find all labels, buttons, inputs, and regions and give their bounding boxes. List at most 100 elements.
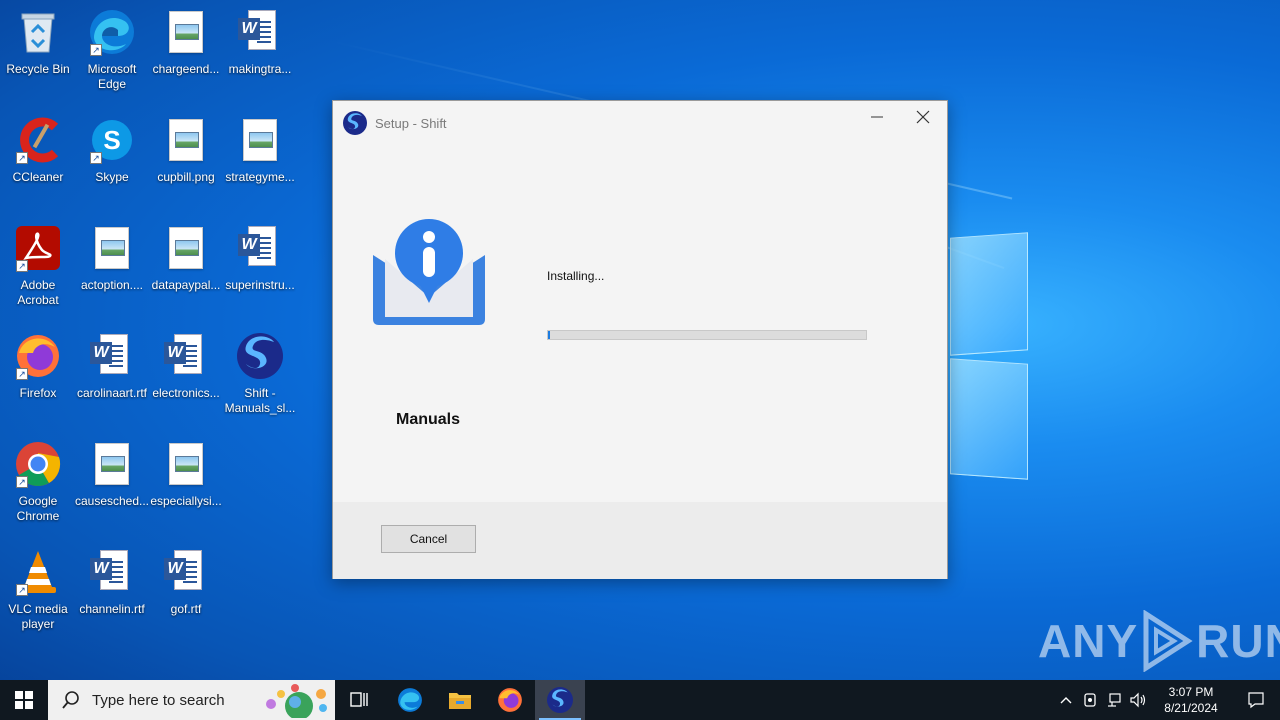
image-file-icon [162,8,210,56]
acrobat-icon: ↗ [14,224,62,272]
taskbar: Type here to search 3:07 PM 8/21/2024 [0,680,1280,720]
title-bar[interactable]: Setup - Shift [333,101,947,145]
edge-icon: ↗ [88,8,136,56]
desktop-icon-label: Skype [95,170,129,184]
task-view-icon [350,692,368,707]
shift-logo-icon [343,111,367,135]
desktop-icon-shift-manuals[interactable]: Shift - Manuals_sl... [222,332,298,416]
desktop-icon-label: CCleaner [12,170,64,184]
desktop-icon-label: Shift - Manuals_sl... [224,386,296,415]
desktop-icon-strategyme[interactable]: strategyme... [222,116,298,185]
cancel-button[interactable]: Cancel [381,525,476,553]
desktop-icon-label: electronics... [152,386,220,400]
desktop-icon-google-chrome[interactable]: ↗ Google Chrome [0,440,76,524]
desktop-icon-microsoft-edge[interactable]: ↗ Microsoft Edge [74,8,150,92]
watermark-text-left: ANY [1038,615,1139,667]
desktop-icon-skype[interactable]: S ↗ Skype [74,116,150,185]
info-mail-icon [373,219,485,325]
image-file-icon [236,116,284,164]
shift-icon [547,687,573,713]
desktop-icon-cupbill[interactable]: cupbill.png [148,116,224,185]
window-title: Setup - Shift [375,116,447,131]
clock-time: 3:07 PM [1168,685,1214,699]
desktop-icon-datapaypal[interactable]: datapaypal... [148,224,224,293]
desktop-icon-makingtra[interactable]: W makingtra... [222,8,298,77]
desktop-icon-label: superinstru... [225,278,295,292]
desktop-icon-gof[interactable]: W gof.rtf [148,548,224,617]
ccleaner-icon: ↗ [14,116,62,164]
desktop-icon-electronics[interactable]: W electronics... [148,332,224,401]
desktop-icon-causesched[interactable]: causesched... [74,440,150,509]
image-file-icon [162,440,210,488]
desktop-icon-label: actoption.... [80,278,144,292]
desktop-icon-actoption[interactable]: actoption.... [74,224,150,293]
desktop-icon-label: Firefox [19,386,57,400]
tray-app-button[interactable] [1078,680,1102,720]
volume-button[interactable] [1126,680,1150,720]
minimize-icon [871,116,883,118]
network-icon [1108,693,1121,707]
setup-content: Manuals Installing... [333,145,947,502]
desktop-icon-label: gof.rtf [170,602,202,616]
taskbar-file-explorer[interactable] [435,680,485,720]
chrome-icon: ↗ [14,440,62,488]
desktop-icon-recycle-bin[interactable]: Recycle Bin [0,8,76,77]
desktop-icon-label: Microsoft Edge [87,62,137,91]
desktop-icon-label: carolinaart.rtf [76,386,148,400]
word-document-icon: W [162,332,210,380]
show-hidden-icons-button[interactable] [1054,680,1078,720]
firefox-icon: ↗ [14,332,62,380]
search-icon [62,691,79,709]
taskbar-shift-setup[interactable] [535,680,585,720]
minimize-button[interactable] [854,101,900,133]
desktop-icon-carolinaart[interactable]: W carolinaart.rtf [74,332,150,401]
recycle-bin-icon [14,8,62,56]
setup-window: Setup - Shift Manuals Installing... Canc… [332,100,948,579]
windows-start-icon [15,691,33,709]
desktop-icon-label: Adobe Acrobat [17,278,59,307]
tray-device-icon [1084,693,1096,707]
desktop-icon-chargeend[interactable]: chargeend... [148,8,224,77]
chevron-up-icon [1060,697,1072,704]
desktop-icon-channelin[interactable]: W channelin.rtf [74,548,150,617]
image-file-icon [162,224,210,272]
desktop-icon-ccleaner[interactable]: ↗ CCleaner [0,116,76,185]
close-icon [916,110,930,124]
desktop-icon-superinstru[interactable]: W superinstru... [222,224,298,293]
start-button[interactable] [0,680,48,720]
word-document-icon: W [88,332,136,380]
anyrun-watermark: ANY RUN [1038,608,1280,674]
word-document-icon: W [88,548,136,596]
word-document-icon: W [162,548,210,596]
desktop-icon-label: cupbill.png [157,170,215,184]
setup-footer: Cancel [333,502,947,579]
image-file-icon [88,224,136,272]
task-view-button[interactable] [335,680,385,720]
word-document-icon: W [236,224,284,272]
skype-icon: S ↗ [88,116,136,164]
taskbar-firefox[interactable] [485,680,535,720]
taskbar-edge[interactable] [385,680,435,720]
image-file-icon [88,440,136,488]
desktop-icon-firefox[interactable]: ↗ Firefox [0,332,76,401]
progress-fill [548,331,550,339]
file-explorer-icon [449,693,471,709]
desktop-icon-label: VLC media player [8,602,68,631]
network-button[interactable] [1102,680,1126,720]
install-status: Installing... [547,269,605,283]
desktop-icon-label: Recycle Bin [6,62,70,76]
desktop-icon-vlc[interactable]: ↗ VLC media player [0,548,76,632]
desktop-icon-label: Google Chrome [16,494,60,523]
image-file-icon [162,116,210,164]
close-button[interactable] [900,101,946,133]
desktop-icon-especiallysi[interactable]: especiallysi... [148,440,224,509]
watermark-text-right: RUN [1196,615,1280,667]
vlc-icon: ↗ [14,548,62,596]
desktop-icon-label: causesched... [74,494,150,508]
taskbar-clock[interactable]: 3:07 PM 8/21/2024 [1150,684,1232,716]
desktop-icon-label: makingtra... [228,62,292,76]
action-center-button[interactable] [1232,680,1280,720]
desktop-icon-adobe-acrobat[interactable]: ↗ Adobe Acrobat [0,224,76,308]
taskbar-search-box[interactable]: Type here to search [48,680,335,720]
desktop-icon-label: chargeend... [152,62,220,76]
